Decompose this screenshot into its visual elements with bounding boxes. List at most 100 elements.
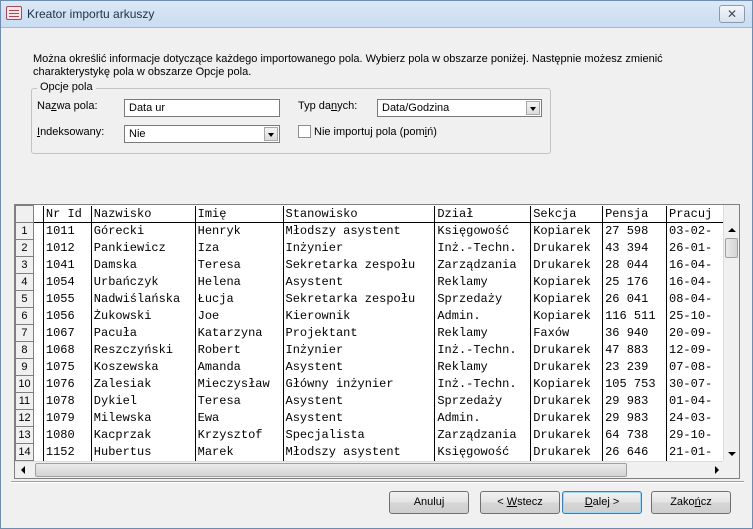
table-cell: Specjalista (283, 426, 436, 444)
row-number[interactable]: 3 (15, 256, 34, 274)
table-cell: Górecki (91, 222, 196, 240)
chevron-down-icon[interactable] (526, 101, 540, 115)
column-header[interactable]: Imię (195, 205, 284, 223)
table-cell: 1079 (43, 409, 92, 427)
table-row[interactable]: 14 1152 Hubertus Marek Młodszy asystent Księg… (15, 443, 725, 461)
row-number[interactable]: 9 (15, 358, 34, 376)
table-cell: Marek (195, 443, 284, 461)
table-row[interactable]: 6 1056 Żukowski Joe Kierownik Admin. Kopiarek 1… (15, 307, 725, 325)
table-cell: Krzysztof (195, 426, 284, 444)
table-cell: Ewa (195, 409, 284, 427)
row-number[interactable]: 13 (15, 426, 34, 444)
row-number[interactable]: 4 (15, 273, 34, 291)
table-cell: 16-04- (666, 273, 725, 291)
table-cell: Zarządzania (434, 256, 532, 274)
row-number[interactable]: 2 (15, 239, 34, 257)
table-cell: Kopiarek (530, 273, 604, 291)
vertical-scrollbar[interactable] (723, 205, 739, 462)
table-cell: Drukarek (530, 256, 604, 274)
table-cell: 26-01- (666, 239, 725, 257)
table-cell: Pankiewicz (91, 239, 196, 257)
hidden-column-cell (33, 239, 44, 257)
table-cell: 47 883 (602, 341, 668, 359)
table-row[interactable]: 5 1055 Nadwiślańska Łucja Sekretarka zespołu… (15, 290, 725, 308)
data-type-combo[interactable]: Data/Godzina (377, 99, 542, 117)
description-line-2: charakterystykę pola w obszarze Opcje po… (33, 66, 252, 78)
access-app-icon (6, 6, 22, 20)
table-row[interactable]: 3 1041 Damska Teresa Sekretarka zespołu Zarzą… (15, 256, 725, 274)
table-cell: 12-09- (666, 341, 725, 359)
row-number[interactable]: 1 (15, 222, 34, 240)
scroll-left-icon[interactable] (15, 462, 31, 478)
table-cell: Kopiarek (530, 290, 604, 308)
row-number[interactable]: 11 (15, 392, 34, 410)
table-row[interactable]: 9 1075 Koszewska Amanda Asystent Reklamy Druka… (15, 358, 725, 376)
scroll-up-icon[interactable] (724, 222, 739, 238)
table-cell: Dykiel (91, 392, 196, 410)
row-number[interactable]: 14 (15, 443, 34, 461)
table-cell: 1152 (43, 443, 92, 461)
table-cell: Żukowski (91, 307, 196, 325)
field-name-input[interactable]: Data ur (124, 99, 280, 117)
column-header[interactable]: Dział (434, 205, 532, 223)
table-cell: Młodszy asystent (283, 443, 436, 461)
table-row[interactable]: 8 1068 Reszczyński Robert Inżynier Inż.-Techn… (15, 341, 725, 359)
table-row[interactable]: 2 1012 Pankiewicz Iza Inżynier Inż.-Techn. Dru… (15, 239, 725, 257)
table-row[interactable]: 13 1080 Kacprzak Krzysztof Specjalista Zarząd… (15, 426, 725, 444)
column-header[interactable]: Nazwisko (91, 205, 196, 223)
next-button[interactable]: Dalej > (562, 491, 642, 514)
table-cell: 1076 (43, 375, 92, 393)
chevron-down-icon[interactable] (264, 127, 278, 141)
row-number[interactable]: 12 (15, 409, 34, 427)
table-cell: Księgowość (434, 443, 532, 461)
table-cell: 116 511 (602, 307, 668, 325)
row-number[interactable]: 10 (15, 375, 34, 393)
table-cell: 30-07- (666, 375, 725, 393)
table-row[interactable]: 12 1079 Milewska Ewa Asystent Admin. Drukarek 2… (15, 409, 725, 427)
horizontal-scrollbar[interactable] (15, 461, 725, 478)
row-number[interactable]: 6 (15, 307, 34, 325)
table-row[interactable]: 10 1076 Zalesiak Mieczysław Główny inżynier I… (15, 375, 725, 393)
data-type-value: Data/Godzina (382, 102, 450, 114)
table-cell: Asystent (283, 392, 436, 410)
column-header-hidden[interactable] (33, 205, 44, 223)
table-cell: Drukarek (530, 341, 604, 359)
table-row[interactable]: 11 1078 Dykiel Teresa Asystent Sprzedaży Druka… (15, 392, 725, 410)
finish-button[interactable]: Zakończ (651, 491, 731, 514)
horizontal-scroll-thumb[interactable] (35, 463, 627, 477)
row-number[interactable]: 7 (15, 324, 34, 342)
cancel-button[interactable]: Anuluj (389, 491, 469, 514)
table-cell: 1055 (43, 290, 92, 308)
hidden-column-cell (33, 358, 44, 376)
table-row[interactable]: 1 1011 Górecki Henryk Młodszy asystent Księgo… (15, 222, 725, 240)
column-header[interactable]: Sekcja (530, 205, 604, 223)
column-header[interactable]: Pensja (602, 205, 668, 223)
data-type-label: Typ danych: (298, 100, 358, 112)
table-cell: Łucja (195, 290, 284, 308)
table-cell: Reklamy (434, 324, 532, 342)
vertical-scroll-thumb[interactable] (725, 238, 738, 258)
table-cell: 25 176 (602, 273, 668, 291)
close-button[interactable]: ✕ (719, 5, 745, 23)
column-header-row: Nr Id Nazwisko Imię Stanowisko Dział Sek… (15, 205, 725, 223)
table-cell: Główny inżynier (283, 375, 436, 393)
table-row[interactable]: 4 1054 Urbańczyk Helena Asystent Reklamy Kopia… (15, 273, 725, 291)
column-header[interactable]: Stanowisko (283, 205, 436, 223)
table-cell: Reszczyński (91, 341, 196, 359)
table-row[interactable]: 7 1067 Pacuła Katarzyna Projektant Reklamy Fax… (15, 324, 725, 342)
table-cell: Drukarek (530, 426, 604, 444)
scroll-down-icon[interactable] (724, 446, 739, 462)
back-button[interactable]: < Wstecz (480, 491, 560, 514)
footer-separator (11, 481, 744, 483)
row-number[interactable]: 8 (15, 341, 34, 359)
column-header[interactable]: Nr Id (43, 205, 92, 223)
indexed-combo[interactable]: Nie (124, 125, 280, 143)
hidden-column-cell (33, 341, 44, 359)
data-preview-grid[interactable]: Nr Id Nazwisko Imię Stanowisko Dział Sek… (14, 204, 740, 479)
table-cell: Asystent (283, 409, 436, 427)
row-number[interactable]: 5 (15, 290, 34, 308)
skip-field-checkbox[interactable] (298, 125, 311, 138)
indexed-value: Nie (129, 128, 146, 140)
column-header[interactable]: Pracuj (666, 205, 725, 223)
skip-field-label[interactable]: Nie importuj pola (pomiń) (314, 126, 437, 138)
